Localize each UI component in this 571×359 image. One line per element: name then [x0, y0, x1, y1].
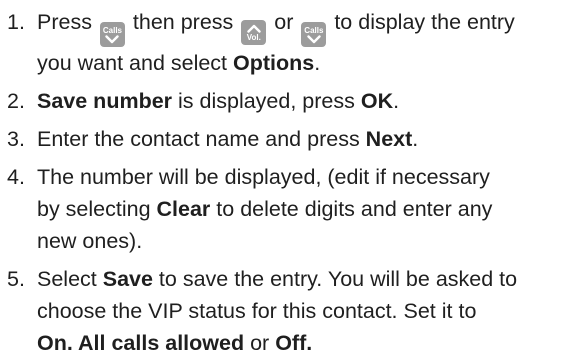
step-4-line-3: new ones). [37, 229, 143, 253]
step-text: . [393, 89, 400, 113]
step-number: 5. [7, 267, 25, 291]
step-number: 4. [7, 165, 25, 189]
step-text: . [314, 51, 321, 75]
step-text: is displayed, press [172, 89, 361, 113]
clear-term: Clear [156, 197, 211, 221]
step-text: then press [126, 10, 240, 34]
step-text: or [244, 331, 276, 355]
calls-down-icon: Calls [301, 22, 327, 47]
key-label: Calls [102, 26, 122, 35]
step-text: or [268, 10, 300, 34]
step-1-line-2: you want and select Options. [37, 47, 571, 79]
chevron-down-icon [105, 35, 120, 44]
ok-term: OK [360, 89, 394, 113]
step-3-line-1: Enter the contact name and press Next. [37, 123, 571, 155]
step-text: to save the entry. You will be asked to [152, 267, 518, 291]
step-2: 2. Save number is displayed, press OK. [7, 85, 571, 117]
step-4-line-1: The number will be displayed, (edit if n… [37, 165, 490, 189]
step-text: by selecting [37, 197, 157, 221]
instruction-page: 1. Press Calls then press Vol. or Calls … [0, 0, 571, 355]
step-1-line-1: Press Calls then press Vol. or Calls to … [37, 6, 571, 47]
next-term: Next [365, 127, 413, 151]
chevron-down-icon [307, 35, 321, 44]
step-text: Select [37, 267, 103, 291]
step-number: 3. [7, 127, 25, 151]
step-number: 1. [7, 10, 25, 34]
calls-down-icon: Calls [99, 22, 125, 47]
chevron-up-icon [247, 24, 261, 33]
save-number-term: Save number [37, 89, 173, 113]
step-3: 3. Enter the contact name and press Next… [7, 123, 571, 155]
step-4-line-2: by selecting Clear to delete digits and … [37, 193, 571, 225]
step-text: . [306, 331, 313, 355]
step-text: . [412, 127, 419, 151]
off-term: Off [275, 331, 307, 355]
step-text: you want and select [37, 51, 234, 75]
key-label: Vol. [246, 33, 261, 42]
step-text: to delete digits and enter any [210, 197, 493, 221]
step-number: 2. [7, 89, 25, 113]
save-term: Save [102, 267, 153, 291]
step-text: Enter the contact name and press [37, 127, 366, 151]
step-5: 5. Select Save to save the entry. You wi… [7, 263, 571, 359]
vol-up-icon: Vol. [241, 20, 267, 45]
step-5-line-2: choose the VIP status for this contact. … [37, 299, 477, 323]
step-4: 4. The number will be displayed, (edit i… [7, 161, 571, 257]
step-2-line-1: Save number is displayed, press OK. [37, 85, 571, 117]
step-text: Press [37, 10, 98, 34]
options-term: Options [233, 51, 315, 75]
steps-list: 1. Press Calls then press Vol. or Calls … [7, 6, 571, 359]
step-5-line-1: Select Save to save the entry. You will … [37, 263, 571, 295]
step-5-line-3: On. All calls allowed or Off. [37, 327, 571, 359]
key-label: Calls [304, 26, 324, 35]
step-1: 1. Press Calls then press Vol. or Calls … [7, 6, 571, 79]
on-all-calls-term: On. All calls allowed [37, 331, 245, 355]
step-text: to display the entry [328, 10, 515, 34]
